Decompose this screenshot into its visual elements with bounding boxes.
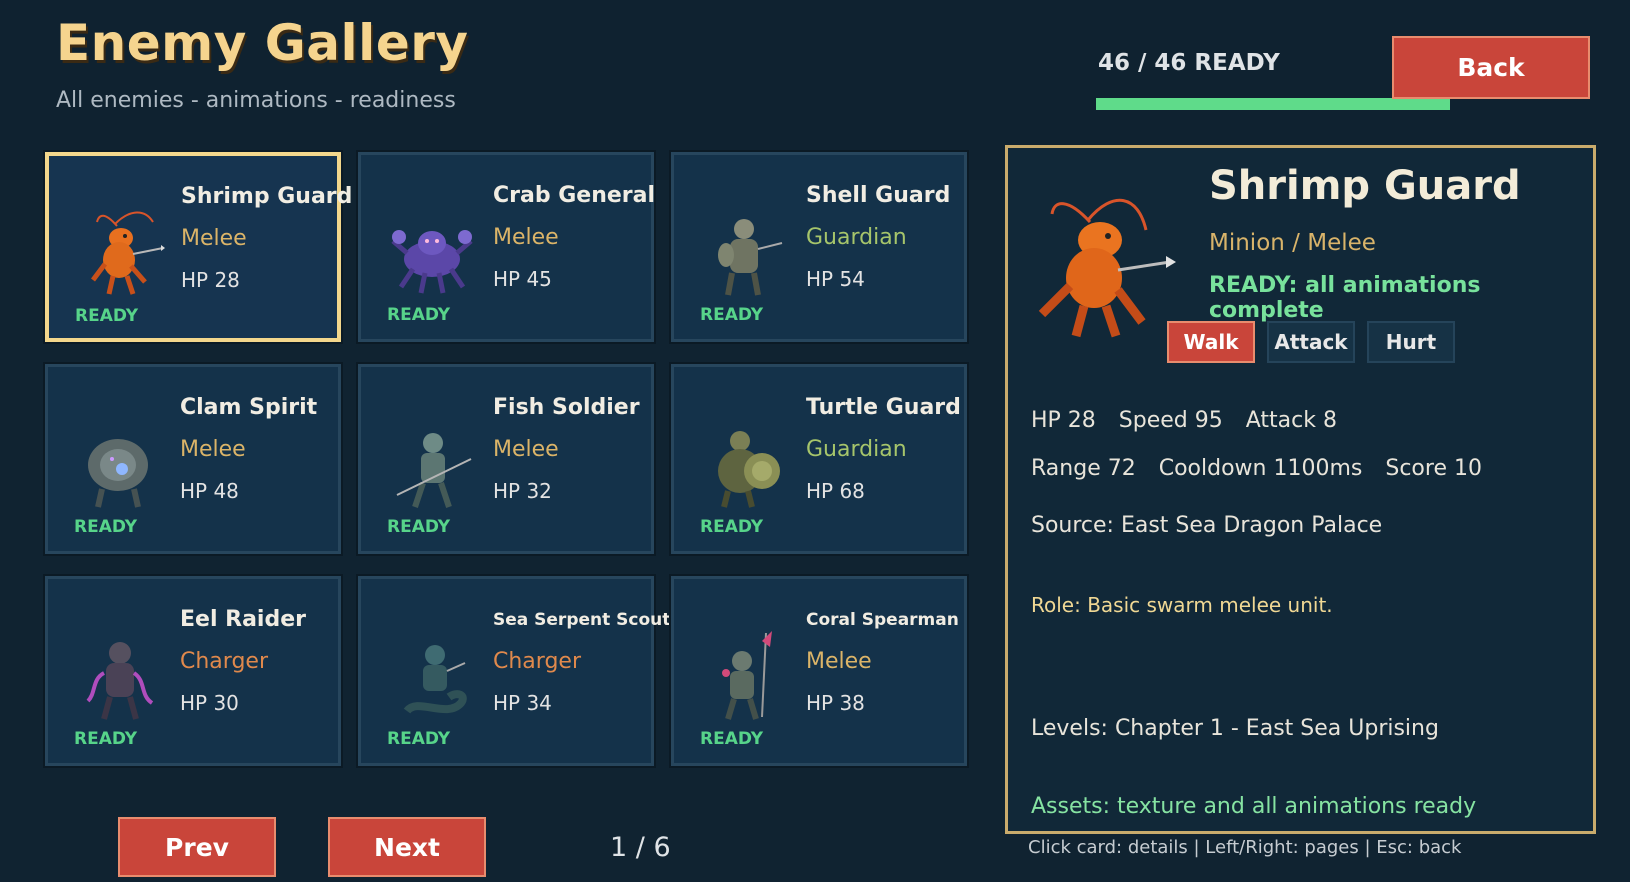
enemy-hp: HP 38 xyxy=(806,691,865,715)
enemy-name: Eel Raider xyxy=(180,607,306,632)
enemy-name: Coral Spearman xyxy=(806,610,959,630)
stat-score: Score 10 xyxy=(1385,456,1482,481)
enemy-name: Turtle Guard xyxy=(806,395,961,420)
detail-role: Role: Basic swarm melee unit. xyxy=(1031,593,1333,617)
enemy-hp: HP 30 xyxy=(180,691,239,715)
clam-spirit-sprite xyxy=(88,439,148,508)
detail-class: Minion / Melee xyxy=(1209,230,1376,256)
eel-raider-sprite xyxy=(86,642,154,720)
ready-status: READY xyxy=(700,305,764,325)
enemy-hp: HP 48 xyxy=(180,479,239,503)
page-subtitle: All enemies - animations - readiness xyxy=(56,88,456,113)
back-button[interactable]: Back xyxy=(1392,36,1590,99)
crab-general-sprite xyxy=(391,230,473,294)
ready-status: READY xyxy=(75,306,139,326)
enemy-name: Clam Spirit xyxy=(180,395,318,420)
ready-status: READY xyxy=(387,305,451,325)
enemy-hp: HP 54 xyxy=(806,267,865,291)
page-title: Enemy Gallery xyxy=(56,14,469,72)
ready-status: READY xyxy=(387,729,451,749)
stat-cooldown: Cooldown 1100ms xyxy=(1158,456,1363,481)
enemy-name: Sea Serpent Scout xyxy=(493,610,671,630)
enemy-card[interactable]: Clam Spirit Melee HP 48 READY xyxy=(43,362,343,556)
ready-progress-bar xyxy=(1096,98,1450,110)
enemy-card[interactable]: Fish Soldier Melee HP 32 READY xyxy=(356,362,656,556)
enemy-card[interactable]: Shrimp Guard Melee HP 28 READY xyxy=(43,150,352,344)
ready-count: 46 / 46 READY xyxy=(1098,50,1280,76)
enemy-hp: HP 45 xyxy=(493,267,552,291)
enemy-role: Melee xyxy=(180,437,246,462)
enemy-card[interactable]: Turtle Guard Guardian HP 68 READY xyxy=(669,362,969,556)
fish-soldier-sprite xyxy=(396,433,472,508)
enemy-hp: HP 32 xyxy=(493,479,552,503)
anim-tab-hurt[interactable]: Hurt xyxy=(1367,321,1455,363)
enemy-card[interactable]: Shell Guard Guardian HP 54 READY xyxy=(669,150,969,344)
enemy-role: Charger xyxy=(180,649,268,674)
shrimp-guard-portrait xyxy=(1038,198,1176,338)
stat-hp: HP 28 xyxy=(1031,408,1096,433)
anim-tab-walk[interactable]: Walk xyxy=(1167,321,1255,363)
enemy-card[interactable]: Crab General Melee HP 45 READY xyxy=(356,150,656,344)
enemy-name: Shrimp Guard xyxy=(181,184,353,209)
enemy-name: Fish Soldier xyxy=(493,395,640,420)
enemy-card[interactable]: Sea Serpent Scout Charger HP 34 READY xyxy=(356,574,670,768)
enemy-card[interactable]: Coral Spearman Melee HP 38 READY xyxy=(669,574,969,768)
detail-assets: Assets: texture and all animations ready xyxy=(1031,794,1477,819)
prev-page-button[interactable]: Prev xyxy=(118,817,276,877)
ready-status: READY xyxy=(74,517,138,537)
enemy-name: Crab General xyxy=(493,183,656,208)
enemy-role: Melee xyxy=(806,649,872,674)
enemy-role: Charger xyxy=(493,649,581,674)
stat-speed: Speed 95 xyxy=(1118,408,1223,433)
enemy-role: Melee xyxy=(493,225,559,250)
sea-serpent-scout-sprite xyxy=(403,645,467,715)
enemy-hp: HP 28 xyxy=(181,268,240,292)
detail-name: Shrimp Guard xyxy=(1209,163,1521,209)
turtle-guard-sprite xyxy=(718,431,780,508)
anim-tab-attack[interactable]: Attack xyxy=(1267,321,1355,363)
enemy-detail-panel: Shrimp Guard Minion / Melee READY: all a… xyxy=(1005,145,1596,834)
stats-row-1: HP 28 Speed 95 Attack 8 xyxy=(1031,408,1353,433)
page-indicator: 1 / 6 xyxy=(610,832,671,863)
controls-help-text: Click card: details | Left/Right: pages … xyxy=(1028,837,1462,858)
ready-status: READY xyxy=(74,729,138,749)
ready-status: READY xyxy=(700,729,764,749)
shell-guard-sprite xyxy=(718,219,783,296)
enemy-role: Guardian xyxy=(806,437,907,462)
enemy-hp: HP 34 xyxy=(493,691,552,715)
enemy-name: Shell Guard xyxy=(806,183,951,208)
ready-status: READY xyxy=(387,517,451,537)
ready-status: READY xyxy=(700,517,764,537)
enemy-role: Guardian xyxy=(806,225,907,250)
enemy-card[interactable]: Eel Raider Charger HP 30 READY xyxy=(43,574,343,768)
stat-attack: Attack 8 xyxy=(1245,408,1337,433)
coral-spearman-sprite xyxy=(722,631,772,720)
detail-levels: Levels: Chapter 1 - East Sea Uprising xyxy=(1031,716,1439,741)
stats-row-2: Range 72 Cooldown 1100ms Score 10 xyxy=(1031,456,1498,481)
next-page-button[interactable]: Next xyxy=(328,817,486,877)
ready-progress-fill xyxy=(1096,98,1450,110)
detail-source: Source: East Sea Dragon Palace xyxy=(1031,513,1383,538)
shrimp-guard-sprite xyxy=(91,211,165,295)
enemy-role: Melee xyxy=(493,437,559,462)
enemy-hp: HP 68 xyxy=(806,479,865,503)
detail-status: READY: all animations complete xyxy=(1209,273,1481,323)
enemy-role: Melee xyxy=(181,226,247,251)
stat-range: Range 72 xyxy=(1031,456,1136,481)
